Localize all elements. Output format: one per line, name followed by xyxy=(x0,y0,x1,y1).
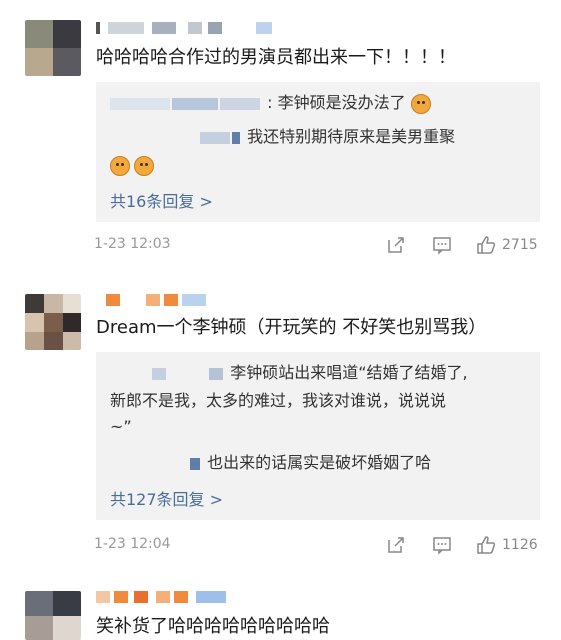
like-icon xyxy=(477,536,496,554)
username-redacted xyxy=(220,97,260,110)
username-redacted xyxy=(110,97,170,110)
comment-button[interactable] xyxy=(432,234,452,256)
like-button[interactable]: 1126 xyxy=(476,534,538,556)
username-redacted[interactable] xyxy=(96,591,246,603)
username-redacted[interactable] xyxy=(96,22,276,34)
share-button[interactable] xyxy=(386,534,406,556)
username-redacted[interactable] xyxy=(106,294,216,306)
reply-line: ~” xyxy=(110,417,132,436)
timestamp: 1-23 12:03 xyxy=(94,236,171,252)
like-icon xyxy=(477,236,496,254)
comment-item: 笑补货了哈哈哈哈哈哈哈哈哈 xyxy=(0,585,561,640)
avatar[interactable] xyxy=(25,294,81,350)
comment-item: 哈哈哈哈合作过的男演员都出来一下！！！！ : 李钟硕是没办法了 我还特别期待原来… xyxy=(0,0,561,270)
reply-line: 李钟硕站出来唱道“结婚了结婚了, xyxy=(152,362,468,384)
username-redacted xyxy=(209,367,224,380)
comment-text: 笑补货了哈哈哈哈哈哈哈哈哈 xyxy=(96,616,330,637)
share-button[interactable] xyxy=(386,234,406,256)
view-replies-link[interactable]: 共16条回复 > xyxy=(110,188,213,212)
comment-meta: 1-23 12:04 1126 xyxy=(94,534,546,556)
share-icon xyxy=(388,537,404,553)
avatar[interactable] xyxy=(25,20,81,76)
username-redacted xyxy=(232,131,240,144)
reply-line: 也出来的话属实是破坏婚姻了哈 xyxy=(190,452,431,474)
view-replies-link[interactable]: 共127条回复 > xyxy=(110,486,223,510)
like-count: 2715 xyxy=(502,237,538,253)
like-count: 1126 xyxy=(502,537,538,553)
reply-line: 新郎不是我，太多的难过，我该对谁说，说说说 xyxy=(110,391,447,410)
timestamp: 1-23 12:04 xyxy=(94,536,171,552)
reply-box[interactable]: : 李钟硕是没办法了 我还特别期待原来是美男重聚 共16条回复 > xyxy=(96,82,540,222)
username-redacted xyxy=(152,367,166,380)
share-icon xyxy=(388,237,404,253)
comment-text: 哈哈哈哈合作过的男演员都出来一下！！！！ xyxy=(96,47,456,68)
avatar[interactable] xyxy=(25,591,81,640)
comment-icon xyxy=(433,237,451,255)
emoji-row xyxy=(110,154,158,176)
username-redacted xyxy=(172,97,218,110)
laughing-emoji-icon xyxy=(134,155,154,176)
username-redacted xyxy=(190,457,200,470)
comment-icon xyxy=(433,537,451,555)
like-button[interactable]: 2715 xyxy=(476,234,538,256)
reply-line: : 李钟硕是没办法了 xyxy=(110,92,435,114)
comment-meta: 1-23 12:03 2715 xyxy=(94,234,546,256)
laughing-emoji-icon xyxy=(410,93,431,114)
username-redacted xyxy=(200,131,230,144)
comment-item: Dream一个李钟硕（开玩笑的 不好笑也别骂我） 李钟硕站出来唱道“结婚了结婚了… xyxy=(0,280,561,570)
laughing-emoji-icon xyxy=(110,155,130,176)
reply-line: 我还特别期待原来是美男重聚 xyxy=(200,126,455,148)
reply-box[interactable]: 李钟硕站出来唱道“结婚了结婚了, 新郎不是我，太多的难过，我该对谁说，说说说 ~… xyxy=(96,352,540,520)
comment-button[interactable] xyxy=(432,534,452,556)
comment-text: Dream一个李钟硕（开玩笑的 不好笑也别骂我） xyxy=(96,317,487,338)
